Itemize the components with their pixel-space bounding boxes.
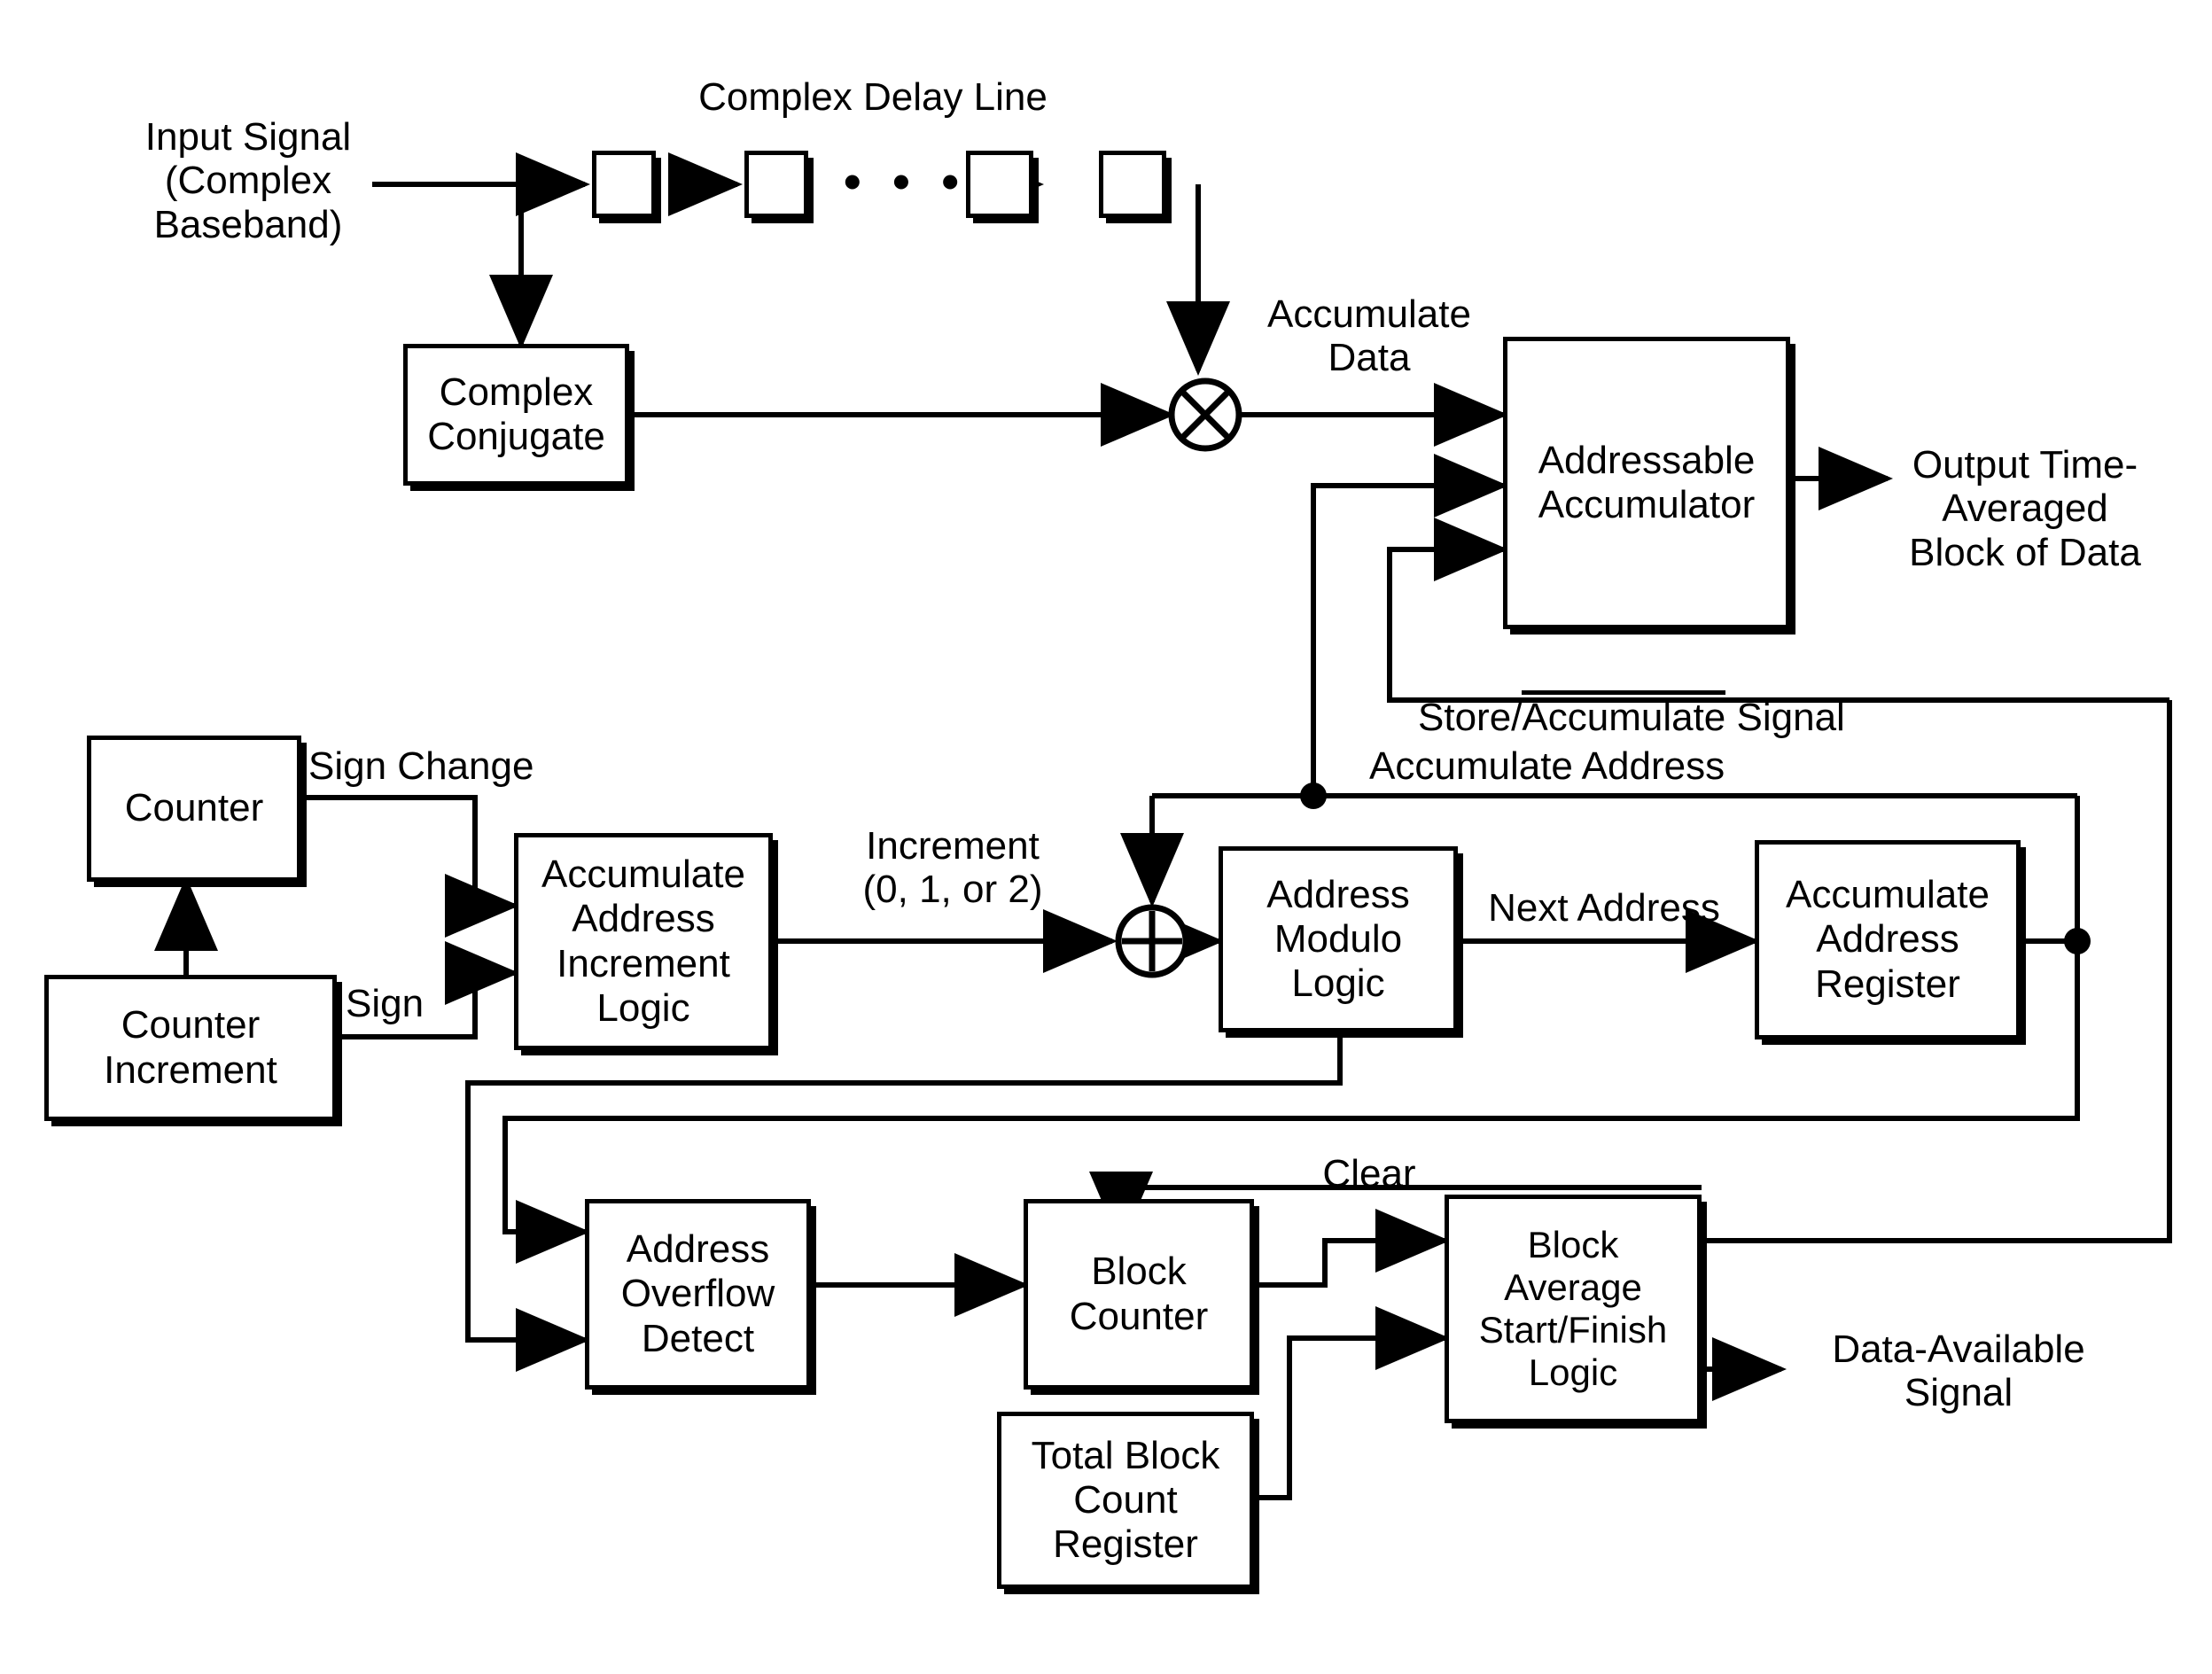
block-counter-increment: Counter Increment xyxy=(44,975,337,1121)
label-output-time-averaged-block: Output Time- Averaged Block of Data xyxy=(1909,443,2141,574)
block-block-counter: Block Counter xyxy=(1024,1199,1254,1390)
delay-element-2 xyxy=(744,151,808,218)
block-counter: Counter xyxy=(87,736,301,882)
block-addressable-accumulator: Addressable Accumulator xyxy=(1503,337,1790,629)
delay-element-4 xyxy=(1099,151,1166,218)
delay-line-ellipsis: • • • xyxy=(844,153,968,209)
signal-suffix-text: Signal xyxy=(1725,696,1845,740)
block-accumulate-address-register: Accumulate Address Register xyxy=(1755,840,2021,1039)
label-accumulate-data: Accumulate Data xyxy=(1267,292,1471,380)
wire-sign-change-to-increment-logic xyxy=(301,795,519,938)
multiplier-symbol xyxy=(1168,378,1242,452)
block-counter-increment-label: Counter Increment xyxy=(104,1003,277,1092)
block-total-block-count-register: Total Block Count Register xyxy=(997,1412,1254,1589)
adder-symbol xyxy=(1115,904,1189,978)
label-complex-delay-line: Complex Delay Line xyxy=(698,75,1048,119)
label-next-address: Next Address xyxy=(1488,886,1720,930)
accumulate-overline-text: Accumulate xyxy=(1522,690,1726,739)
block-address-overflow-detect-label: Address Overflow Detect xyxy=(620,1227,775,1360)
wire-block-counter-to-average-logic xyxy=(1254,1209,1450,1288)
block-addressable-accumulator-label: Addressable Accumulator xyxy=(1538,438,1756,526)
label-clear: Clear xyxy=(1322,1152,1416,1195)
store-prefix-text: Store/ xyxy=(1418,696,1523,740)
block-diagram-canvas: • • • Complex Conjugate Addressable Accu… xyxy=(0,0,2212,1674)
block-address-modulo-logic-label: Address Modulo Logic xyxy=(1266,872,1410,1006)
block-accumulate-address-register-label: Accumulate Address Register xyxy=(1786,873,1990,1006)
label-increment: Increment (0, 1, or 2) xyxy=(862,824,1043,912)
junction-dot-register-output xyxy=(2064,928,2091,954)
block-address-modulo-logic: Address Modulo Logic xyxy=(1219,846,1458,1032)
block-accumulate-address-increment-logic-label: Accumulate Address Increment Logic xyxy=(541,853,745,1030)
block-complex-conjugate: Complex Conjugate xyxy=(403,344,629,486)
block-counter-label: Counter xyxy=(124,786,264,830)
label-store-accumulate-signal: Store/Accumulate Signal xyxy=(1418,647,1932,740)
label-data-available-signal: Data-Available Signal xyxy=(1832,1328,2085,1415)
block-address-overflow-detect: Address Overflow Detect xyxy=(585,1199,811,1390)
junction-dot-accumulate-address xyxy=(1300,782,1327,809)
label-accumulate-address: Accumulate Address xyxy=(1369,744,1725,788)
wire-total-count-to-average-logic xyxy=(1254,1306,1450,1500)
delay-element-1 xyxy=(592,151,656,218)
label-sign: Sign xyxy=(346,982,424,1025)
block-block-average-start-finish-logic-label: Block Average Start/Finish Logic xyxy=(1478,1224,1668,1393)
block-total-block-count-register-label: Total Block Count Register xyxy=(1031,1433,1220,1567)
block-block-average-start-finish-logic: Block Average Start/Finish Logic xyxy=(1445,1195,1702,1423)
delay-element-3 xyxy=(966,151,1033,218)
label-input-signal: Input Signal (Complex Baseband) xyxy=(144,115,352,246)
block-block-counter-label: Block Counter xyxy=(1069,1250,1209,1338)
block-accumulate-address-increment-logic: Accumulate Address Increment Logic xyxy=(514,833,773,1050)
label-sign-change: Sign Change xyxy=(308,744,534,788)
block-complex-conjugate-label: Complex Conjugate xyxy=(427,370,605,458)
